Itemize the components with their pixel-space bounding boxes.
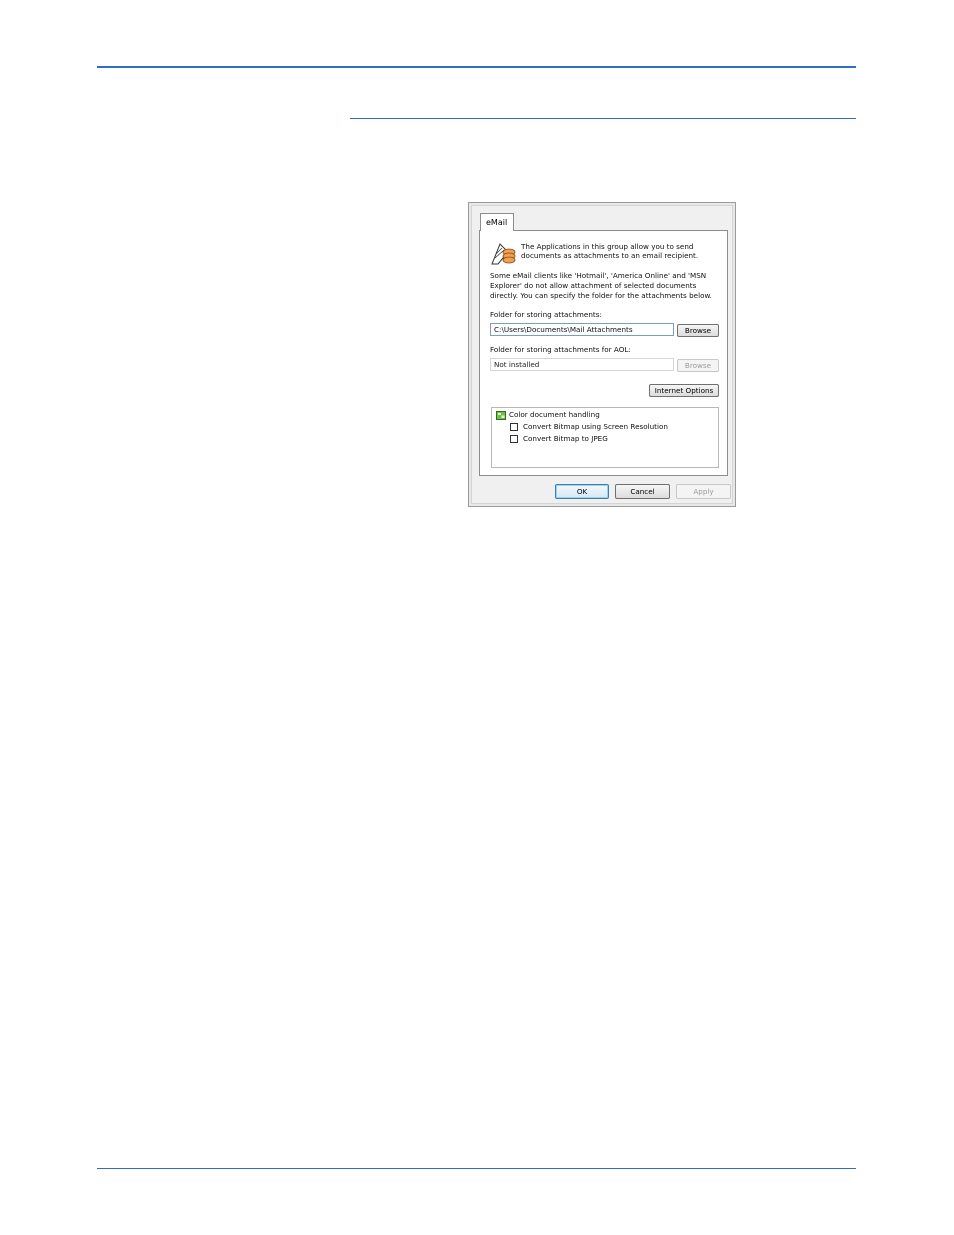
footer-rule: [97, 1168, 856, 1169]
aol-folder-input[interactable]: Not installed: [490, 358, 674, 371]
aol-browse-button[interactable]: Browse: [677, 359, 719, 372]
apply-button[interactable]: Apply: [676, 484, 731, 499]
convert-screen-resolution-checkbox[interactable]: [510, 423, 518, 431]
tab-email[interactable]: eMail: [480, 213, 514, 231]
header-rule: [97, 66, 856, 68]
convert-jpeg-label[interactable]: Convert Bitmap to JPEG: [523, 434, 608, 444]
color-handling-group: Color document handling Convert Bitmap u…: [491, 407, 719, 468]
section-rule: [350, 118, 856, 119]
convert-jpeg-checkbox[interactable]: [510, 435, 518, 443]
attachment-folder-input[interactable]: C:\Users\Documents\Mail Attachments: [490, 323, 674, 336]
note-text-line-1: Some eMail clients like 'Hotmail', 'Amer…: [490, 271, 707, 280]
email-properties-dialog: eMail The Applications in this group all…: [468, 202, 736, 507]
note-text-line-2: Explorer' do not allow attachment of sel…: [490, 281, 697, 290]
ok-button[interactable]: OK: [555, 484, 609, 499]
cancel-button[interactable]: Cancel: [615, 484, 670, 499]
email-tab-panel: The Applications in this group allow you…: [479, 230, 728, 476]
dialog-body: eMail The Applications in this group all…: [471, 205, 733, 504]
convert-screen-resolution-label[interactable]: Convert Bitmap using Screen Resolution: [523, 422, 668, 432]
note-text-line-3: directly. You can specify the folder for…: [490, 291, 712, 300]
email-application-icon: [491, 243, 516, 265]
internet-options-button[interactable]: Internet Options: [649, 384, 719, 397]
folder-label: Folder for storing attachments:: [490, 310, 602, 319]
color-document-icon: [496, 411, 506, 420]
intro-text-line-2: documents as attachments to an email rec…: [521, 251, 699, 260]
aol-folder-label: Folder for storing attachments for AOL:: [490, 345, 631, 354]
color-handling-title: Color document handling: [509, 410, 600, 419]
browse-button[interactable]: Browse: [677, 324, 719, 337]
